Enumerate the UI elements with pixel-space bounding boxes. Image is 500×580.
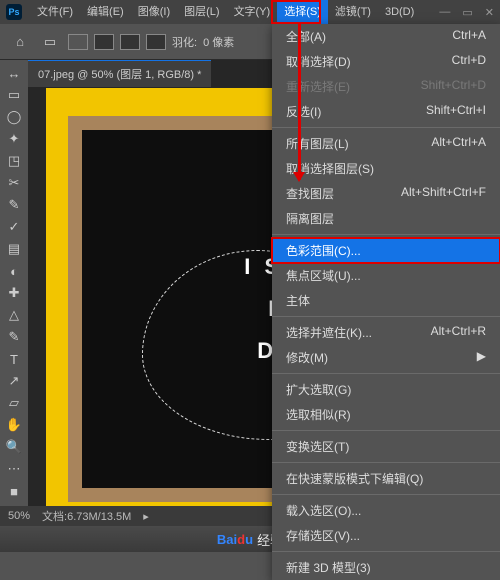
menu-item-载入选区(O)...[interactable]: 载入选区(O)...: [272, 498, 500, 523]
menu-item-变换选区(T)[interactable]: 变换选区(T): [272, 434, 500, 459]
minimize-icon[interactable]: —: [439, 6, 450, 19]
tool-8[interactable]: ▤: [2, 238, 26, 260]
home-icon[interactable]: ⌂: [8, 30, 32, 54]
tool-7[interactable]: ✓: [2, 216, 26, 238]
watermark-brand: Baidu: [217, 532, 253, 547]
menu-separator: [272, 373, 500, 374]
menu-item-新建 3D 模型(3)[interactable]: 新建 3D 模型(3): [272, 555, 500, 580]
zoom-level[interactable]: 50%: [8, 510, 30, 522]
maximize-icon[interactable]: ▭: [462, 6, 472, 19]
menu-item-查找图层[interactable]: 查找图层Alt+Shift+Ctrl+F: [272, 181, 500, 206]
tool-15[interactable]: ▱: [2, 392, 26, 414]
menu-item-选择并遮住(K)...[interactable]: 选择并遮住(K)...Alt+Ctrl+R: [272, 320, 500, 345]
feather-value[interactable]: 0 像素: [203, 34, 234, 50]
menu-item-主体[interactable]: 主体: [272, 288, 500, 313]
menu-item-全部(A)[interactable]: 全部(A)Ctrl+A: [272, 24, 500, 49]
tool-5[interactable]: ✂: [2, 172, 26, 194]
menu-separator: [272, 494, 500, 495]
status-chevron-icon[interactable]: ▸: [143, 510, 149, 523]
feather-label: 羽化:: [172, 34, 197, 50]
menu-item-所有图层(L)[interactable]: 所有图层(L)Alt+Ctrl+A: [272, 131, 500, 156]
menu-item-反选(I)[interactable]: 反选(I)Shift+Ctrl+I: [272, 99, 500, 124]
menu-item-隔离图层[interactable]: 隔离图层: [272, 206, 500, 231]
select-menu-dropdown[interactable]: 全部(A)Ctrl+A取消选择(D)Ctrl+D重新选择(E)Shift+Ctr…: [272, 24, 500, 580]
menu-3D(D)[interactable]: 3D(D): [378, 0, 421, 24]
menu-item-选取相似(R)[interactable]: 选取相似(R): [272, 402, 500, 427]
tool-9[interactable]: ◐: [2, 260, 26, 282]
tool-14[interactable]: ↗: [2, 370, 26, 392]
tools-panel: ↔▭◯✦◳✂✎✓▤◐✚△✎T↗▱✋🔍⋯■: [0, 60, 28, 520]
document-tab[interactable]: 07.jpeg @ 50% (图层 1, RGB/8) *: [28, 60, 211, 87]
menu-separator: [272, 430, 500, 431]
tool-1[interactable]: ▭: [2, 84, 26, 106]
selection-mode-intersect[interactable]: [146, 34, 166, 50]
annotation-arrow: [298, 22, 301, 180]
menu-文字(Y)[interactable]: 文字(Y): [227, 0, 278, 24]
tool-16[interactable]: ✋: [2, 414, 26, 436]
menu-文件(F)[interactable]: 文件(F): [30, 0, 80, 24]
menu-separator: [272, 462, 500, 463]
tool-13[interactable]: T: [2, 348, 26, 370]
tool-10[interactable]: ✚: [2, 282, 26, 304]
close-icon[interactable]: ✕: [485, 6, 494, 19]
tool-0[interactable]: ↔: [2, 62, 26, 84]
menu-图层(L)[interactable]: 图层(L): [177, 0, 226, 24]
tool-preset-icon[interactable]: ▭: [38, 30, 62, 54]
menu-separator: [272, 234, 500, 235]
tool-3[interactable]: ✦: [2, 128, 26, 150]
menu-separator: [272, 316, 500, 317]
tool-4[interactable]: ◳: [2, 150, 26, 172]
tool-6[interactable]: ✎: [2, 194, 26, 216]
menu-item-扩大选取(G)[interactable]: 扩大选取(G): [272, 377, 500, 402]
tool-19[interactable]: ■: [2, 480, 26, 502]
menu-item-在快速蒙版模式下编辑(Q)[interactable]: 在快速蒙版模式下编辑(Q): [272, 466, 500, 491]
selection-mode-subtract[interactable]: [120, 34, 140, 50]
tool-17[interactable]: 🔍: [2, 436, 26, 458]
menu-item-修改(M)[interactable]: 修改(M)▶: [272, 345, 500, 370]
menu-item-取消选择图层(S)[interactable]: 取消选择图层(S): [272, 156, 500, 181]
tool-11[interactable]: △: [2, 304, 26, 326]
annotation-menu-highlight: [271, 0, 321, 24]
tool-2[interactable]: ◯: [2, 106, 26, 128]
menu-滤镜(T)[interactable]: 滤镜(T): [328, 0, 378, 24]
window-controls[interactable]: — ▭ ✕: [439, 6, 494, 19]
selection-mode-add[interactable]: [94, 34, 114, 50]
ps-logo: Ps: [6, 4, 22, 20]
selection-mode-new[interactable]: [68, 34, 88, 50]
menu-item-存储选区(V)...[interactable]: 存储选区(V)...: [272, 523, 500, 548]
tool-12[interactable]: ✎: [2, 326, 26, 348]
menu-item-取消选择(D)[interactable]: 取消选择(D)Ctrl+D: [272, 49, 500, 74]
menu-separator: [272, 127, 500, 128]
tool-18[interactable]: ⋯: [2, 458, 26, 480]
menubar: Ps 文件(F)编辑(E)图像(I)图层(L)文字(Y)选择(S)滤镜(T)3D…: [0, 0, 500, 24]
menu-item-色彩范围(C)...[interactable]: 色彩范围(C)...: [272, 238, 500, 263]
menu-编辑(E)[interactable]: 编辑(E): [80, 0, 131, 24]
menu-图像(I)[interactable]: 图像(I): [131, 0, 177, 24]
menu-item-焦点区域(U)...[interactable]: 焦点区域(U)...: [272, 263, 500, 288]
doc-size: 文档:6.73M/13.5M: [42, 508, 131, 524]
menu-item-重新选择(E): 重新选择(E)Shift+Ctrl+D: [272, 74, 500, 99]
